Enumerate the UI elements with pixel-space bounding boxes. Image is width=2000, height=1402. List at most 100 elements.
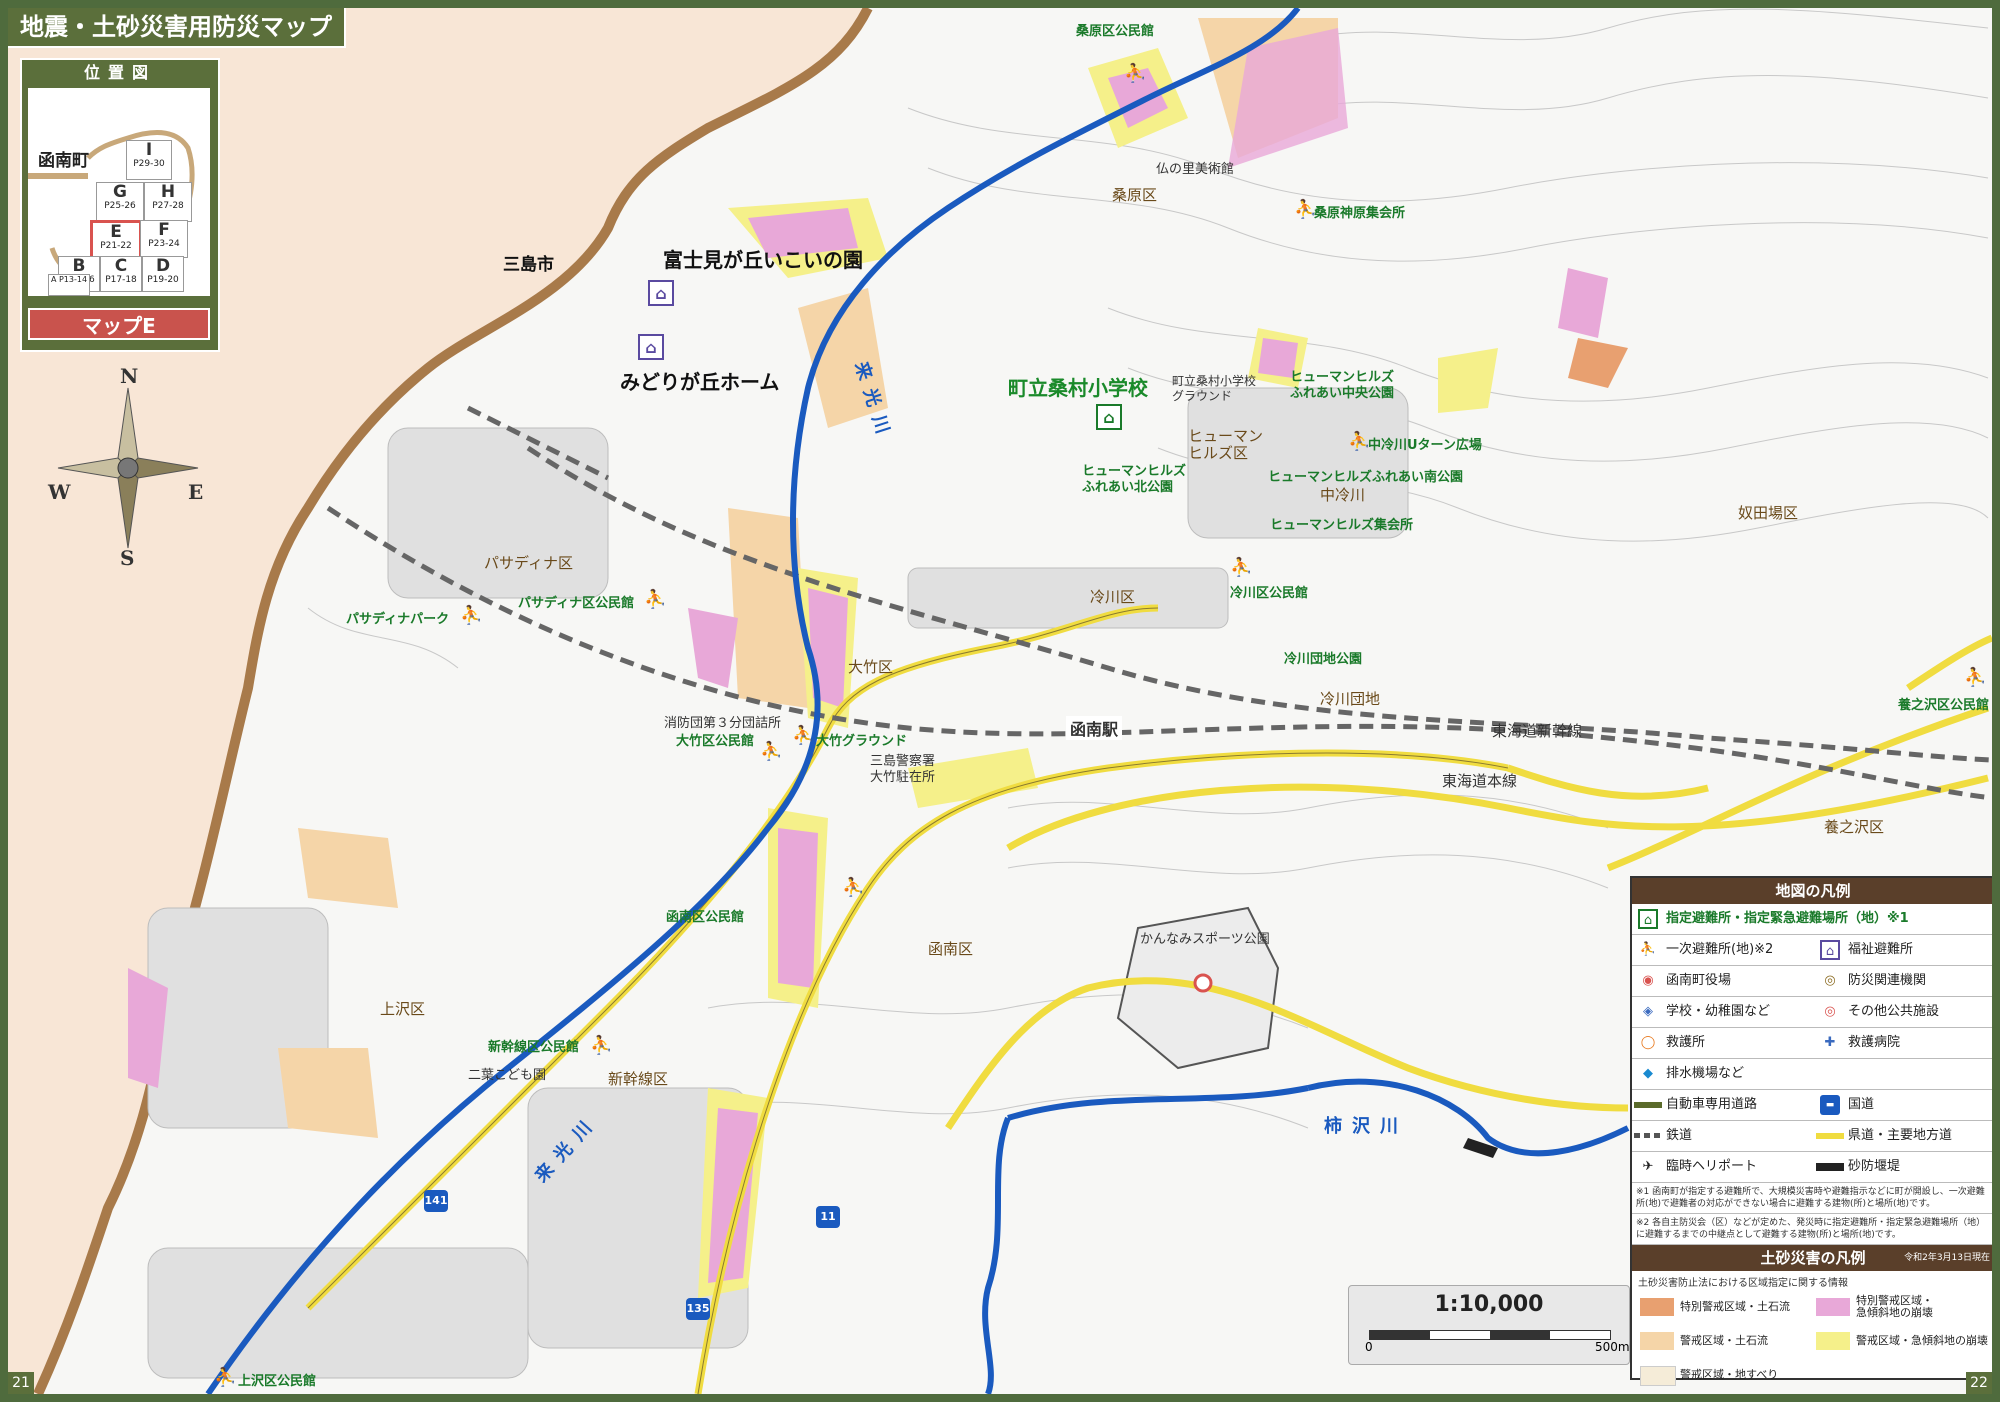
location-sheet-g[interactable]: G P25-26 <box>96 182 144 222</box>
shelter-icon[interactable]: ⛹ <box>792 726 814 746</box>
label-futaba: 二葉こども園 <box>468 1068 547 1083</box>
location-sheet-d[interactable]: D P19-20 <box>142 256 184 292</box>
pump-station-icon: ◆ <box>1643 1066 1653 1081</box>
location-sheet-letter: E <box>110 222 122 242</box>
label-hh-shukai: ヒューマンヒルズ集会所 <box>1270 518 1414 533</box>
zone-label: 警戒区域・地すべり <box>1680 1368 1779 1381</box>
label-hiekawa-danchi: 冷川団地 <box>1320 690 1381 708</box>
shelter-icon[interactable]: ⛹ <box>1294 200 1316 220</box>
legend-label: 福祉避難所 <box>1848 942 1914 957</box>
shelter-icon[interactable]: ⛹ <box>644 590 666 610</box>
label-hiekawa-kominkan: 冷川区公民館 <box>1230 586 1309 601</box>
label-kannami-kominkan: 函南区公民館 <box>666 910 745 925</box>
shelter-icon[interactable]: ⛹ <box>590 1036 612 1056</box>
location-sheet-pages: P23-24 <box>148 239 180 249</box>
legend-label: 一次避難所(地)※2 <box>1666 942 1774 957</box>
label-midorigaoka: みどりが丘ホーム <box>620 370 780 394</box>
zone-swatch <box>1640 1298 1674 1316</box>
shelter-icon[interactable]: ⛹ <box>214 1368 236 1388</box>
sediment-legend-date: 令和2年3月13日現在 <box>1904 1253 1990 1263</box>
label-hh-minami: ヒューマンヒルズふれあい南公園 <box>1268 470 1464 485</box>
location-sheet-letter: H <box>160 182 176 202</box>
school-icon: ◈ <box>1643 1004 1653 1019</box>
legend-label: 学校・幼稚園など <box>1666 1004 1771 1019</box>
label-hh-kita: ヒューマンヒルズ ふれあい北公園 <box>1082 464 1187 495</box>
label-kuwahara-shinbara: 桑原神原集会所 <box>1314 206 1406 221</box>
label-kamisawa-kominkan: 上沢区公民館 <box>238 1374 317 1389</box>
national-road-icon: ▬ <box>1820 1095 1840 1115</box>
location-map-inset: 函南町 I P29-30 G P25-26 H P27-28 E P21-22 … <box>28 88 210 296</box>
label-naka-hiekawa-park: 中冷川Uターン広場 <box>1368 438 1482 453</box>
label-hh-chuo: ヒューマンヒルズ ふれあい中央公園 <box>1290 370 1395 401</box>
welfare-shelter-icon[interactable]: ⌂ <box>648 280 674 306</box>
map-canvas[interactable]: 地震・土砂災害用防災マップ 位置図 函南町 I P29-30 G P25-26 … <box>8 8 1992 1394</box>
welfare-shelter-icon[interactable]: ⌂ <box>638 334 664 360</box>
heliport-icon: ✈ <box>1642 1159 1654 1174</box>
legend-row: ◯ 救護所 ✚ 救護病院 <box>1632 1028 1992 1059</box>
label-kisawa-river: 柿沢川 <box>1324 1116 1408 1137</box>
zone-swatch <box>1640 1332 1674 1350</box>
welfare-shelter-icon: ⌂ <box>1820 940 1840 960</box>
label-fire-station: 消防団第３分団詰所 <box>664 716 782 731</box>
shelter-icon[interactable]: ⛹ <box>760 742 782 762</box>
expressway-icon <box>1634 1102 1662 1108</box>
legend-note-1: ※1 函南町が指定する避難所で、大規模災害時や避難指示などに町が開設し、一次避難… <box>1632 1183 1992 1214</box>
scale-start: 0 <box>1365 1340 1373 1354</box>
label-otake-ground: 大竹グラウンド <box>816 734 908 749</box>
label-kuwamura-ground: 町立桑村小学校 グラウンド <box>1172 374 1257 403</box>
shelter-icon[interactable]: ⛹ <box>1964 668 1986 688</box>
zone-label: 特別警戒区域・ 急傾斜地の崩壊 <box>1856 1294 1933 1319</box>
page-number-left: 21 <box>8 1372 34 1394</box>
legend-label: 砂防堰堤 <box>1848 1159 1901 1174</box>
location-sheet-e[interactable]: E P21-22 <box>90 220 142 260</box>
current-map-label: マップE <box>28 308 210 340</box>
sediment-legend-heading: 土砂災害の凡例 <box>1760 1249 1866 1267</box>
location-sheet-letter: I <box>145 140 153 160</box>
location-sheet-a[interactable]: A P13-14 <box>48 274 90 296</box>
label-fujimigaoka: 富士見が丘いこいの園 <box>663 248 863 272</box>
legend-label: 防災関連機関 <box>1848 973 1927 988</box>
label-kamadaba: 奴田場区 <box>1738 504 1799 522</box>
legend-row: ◉ 函南町役場 ◎ 防災関連機関 <box>1632 966 1992 997</box>
label-minosawa-kominkan: 養之沢区公民館 <box>1898 698 1990 713</box>
label-hotoke-museum: 仏の里美術館 <box>1156 162 1235 177</box>
location-sheet-h[interactable]: H P27-28 <box>144 182 192 222</box>
location-sheet-f[interactable]: F P23-24 <box>140 220 188 258</box>
shelter-icon[interactable]: ⛹ <box>1230 558 1252 578</box>
page-number-right: 22 <box>1966 1372 1992 1394</box>
sediment-legend-subtitle: 土砂災害防止法における区域指定に関する情報 <box>1638 1278 1848 1289</box>
location-sheet-letter: G <box>113 182 127 202</box>
shelter-icon[interactable]: ⛹ <box>1124 64 1146 84</box>
zone-swatch <box>1816 1298 1850 1316</box>
legend-row: ⛹ 一次避難所(地)※2 ⌂ 福祉避難所 <box>1632 935 1992 966</box>
legend-row: ⌂ 指定避難所・指定緊急避難場所（地）※1 <box>1632 904 1992 935</box>
label-shinkansen: 東海道新幹線 <box>1492 722 1583 740</box>
legend-row: 自動車専用道路 ▬ 国道 <box>1632 1090 1992 1121</box>
compass-w: W <box>48 480 71 504</box>
label-pasadena-kominkan: パサディナ区公民館 <box>518 596 635 611</box>
location-sheet-pages: P17-18 <box>105 275 137 285</box>
location-sheet-i[interactable]: I P29-30 <box>126 140 172 180</box>
label-honsen: 東海道本線 <box>1442 772 1518 790</box>
shelter-icon[interactable]: ⛹ <box>460 606 482 626</box>
route-shield-135: 135 <box>686 1298 710 1320</box>
compass-s: S <box>120 546 135 570</box>
shelter-icon[interactable]: ⛹ <box>842 878 864 898</box>
designated-shelter-icon[interactable]: ⌂ <box>1096 404 1122 430</box>
label-pasadena-ku: パサディナ区 <box>484 554 573 572</box>
label-otake-kominkan: 大竹区公民館 <box>676 734 755 749</box>
location-map-town: 函南町 <box>38 151 89 171</box>
location-sheet-c[interactable]: C P17-18 <box>100 256 142 292</box>
legend-label: 救護病院 <box>1848 1035 1901 1050</box>
shelter-icon[interactable]: ⛹ <box>1348 432 1370 452</box>
location-sheet-letter: C <box>114 256 128 276</box>
location-sheet-pages: P21-22 <box>100 241 132 251</box>
legend-label: 函南町役場 <box>1666 973 1732 988</box>
legend-label: 臨時ヘリポート <box>1666 1159 1758 1174</box>
label-otake-ku: 大竹区 <box>848 658 894 676</box>
location-sheet-letter: D <box>155 256 171 276</box>
scale-bar-graphic <box>1369 1330 1611 1340</box>
label-police: 三島警察署 大竹駐在所 <box>870 754 936 785</box>
legend-label: その他公共施設 <box>1848 1004 1940 1019</box>
label-kuwahara-kominkan: 桑原区公民館 <box>1076 24 1155 39</box>
